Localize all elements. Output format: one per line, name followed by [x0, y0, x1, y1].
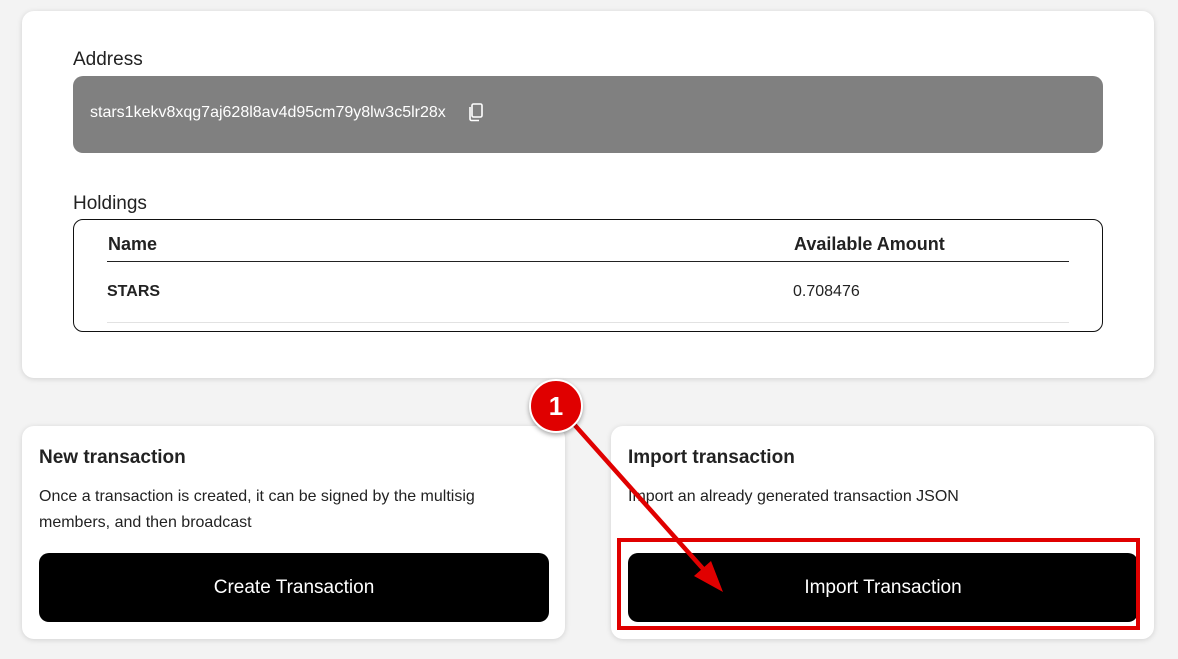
holdings-label: Holdings [73, 193, 147, 214]
copy-icon[interactable] [467, 102, 485, 122]
create-transaction-button[interactable]: Create Transaction [39, 553, 549, 622]
new-transaction-title: New transaction [39, 447, 186, 468]
address-box: stars1kekv8xqg7aj628l8av4d95cm79y8lw3c5l… [73, 76, 1103, 153]
row-asset-name: STARS [107, 283, 161, 300]
row-divider [107, 322, 1069, 323]
import-transaction-description: Import an already generated transaction … [628, 488, 959, 505]
account-card: Address stars1kekv8xqg7aj628l8av4d95cm79… [22, 11, 1154, 378]
highlight-box [617, 538, 1140, 630]
row-asset-amount: 0.708476 [793, 283, 860, 300]
column-header-amount: Available Amount [794, 234, 945, 254]
step-badge: 1 [529, 379, 583, 433]
import-transaction-title: Import transaction [628, 447, 795, 468]
header-divider [107, 261, 1069, 262]
address-label: Address [73, 49, 143, 70]
new-transaction-description: Once a transaction is created, it can be… [39, 488, 475, 531]
address-value: stars1kekv8xqg7aj628l8av4d95cm79y8lw3c5l… [90, 104, 446, 121]
new-transaction-card: New transaction Once a transaction is cr… [22, 426, 565, 639]
column-header-name: Name [108, 234, 158, 254]
holdings-table: Name Available Amount STARS 0.708476 [73, 219, 1103, 332]
